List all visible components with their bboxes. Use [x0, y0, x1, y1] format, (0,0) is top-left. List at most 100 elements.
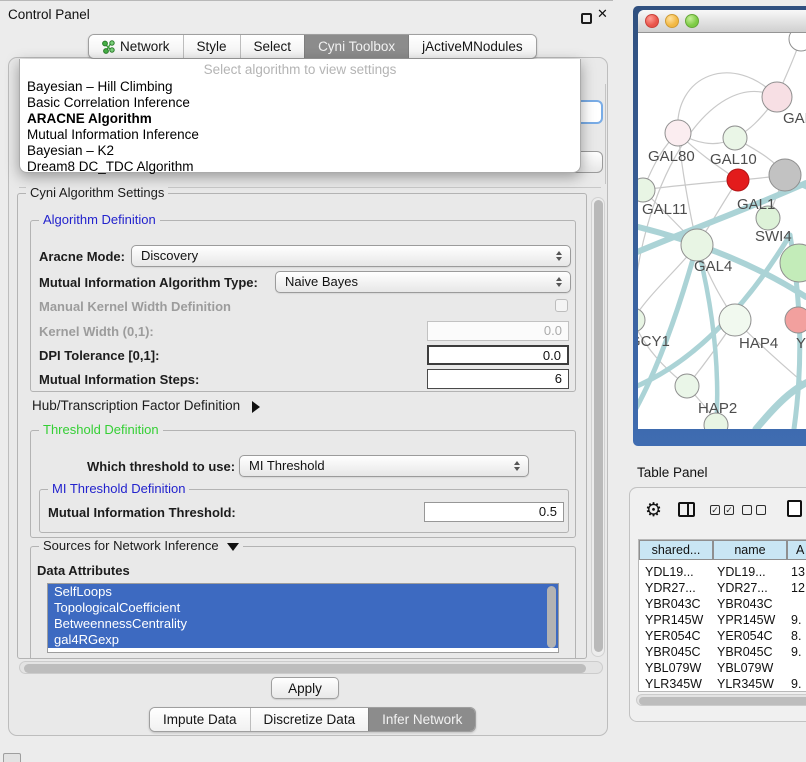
table-cell[interactable]: YDR27...: [645, 580, 696, 596]
dropdown-item-selected[interactable]: ARACNE Algorithm: [27, 111, 152, 127]
tab-select[interactable]: Select: [240, 35, 305, 58]
which-threshold-combobox[interactable]: MI Threshold: [239, 455, 529, 477]
node-gal1[interactable]: [727, 169, 749, 191]
mi-steps-field[interactable]: 6: [427, 369, 569, 389]
aracne-mode-combobox[interactable]: Discovery: [131, 245, 571, 267]
table-cell[interactable]: 9.: [791, 644, 801, 660]
table-hscrollbar-track[interactable]: [636, 694, 806, 706]
table-cell[interactable]: YDL19...: [645, 564, 694, 580]
tab-impute-data[interactable]: Impute Data: [150, 708, 250, 731]
table-cell[interactable]: YER054C: [717, 628, 773, 644]
list-item[interactable]: BetweennessCentrality: [48, 616, 558, 632]
node-label: SWI4: [755, 228, 792, 245]
hub-tf-definition-toggle[interactable]: Hub/Transcription Factor Definition: [32, 398, 260, 413]
node-gal11[interactable]: [638, 178, 655, 202]
dropdown-item[interactable]: Bayesian – K2: [27, 143, 114, 159]
list-item[interactable]: gal4RGexp: [48, 632, 558, 648]
table-hscrollbar-thumb[interactable]: [639, 697, 806, 705]
node-hap2[interactable]: [675, 374, 699, 398]
node-gcy1[interactable]: [638, 308, 645, 332]
tab-impute-data-label: Impute Data: [163, 712, 237, 727]
kernel-width-field[interactable]: 0.0: [427, 321, 569, 341]
zoom-traffic-light[interactable]: [685, 14, 699, 28]
node-gal[interactable]: [762, 82, 792, 112]
tab-infer-network[interactable]: Infer Network: [368, 708, 475, 731]
settings-vscrollbar-track[interactable]: [591, 197, 605, 657]
table-cell[interactable]: YBL079W: [645, 660, 701, 676]
dpi-tolerance-field[interactable]: 0.0: [427, 345, 569, 365]
panel-grip-button[interactable]: [3, 753, 21, 762]
settings-hscrollbar-track[interactable]: [19, 661, 603, 674]
screen: Control Panel ✕ Network Style Select Cyn…: [0, 0, 806, 762]
apply-button[interactable]: Apply: [271, 677, 339, 699]
minimize-traffic-light[interactable]: [665, 14, 679, 28]
table-cell[interactable]: YDR27...: [717, 580, 768, 596]
node-label: GAL1: [737, 196, 775, 213]
settings-vscrollbar-thumb[interactable]: [594, 200, 603, 652]
list-scrollbar[interactable]: [547, 586, 556, 648]
table-cell[interactable]: YBR043C: [717, 596, 773, 612]
tab-cyni-toolbox[interactable]: Cyni Toolbox: [304, 35, 408, 58]
manual-kernel-checkbox[interactable]: [555, 299, 568, 312]
mi-type-combobox[interactable]: Naive Bayes: [275, 271, 571, 293]
collapse-right-icon: [252, 401, 260, 413]
node-label: GAL11: [642, 201, 688, 218]
dropdown-item[interactable]: Mutual Information Inference: [27, 127, 199, 143]
node-gal10[interactable]: [723, 126, 747, 150]
table-cell[interactable]: 13: [791, 564, 805, 580]
table-panel-title: Table Panel: [637, 465, 708, 480]
column-header-name[interactable]: name: [714, 541, 786, 559]
sources-group: Sources for Network Inference Data Attri…: [30, 546, 576, 659]
dropdown-item[interactable]: Bayesian – Hill Climbing: [27, 79, 173, 95]
close-traffic-light[interactable]: [645, 14, 659, 28]
node-gal4[interactable]: [681, 229, 713, 261]
list-item[interactable]: SelfLoops: [48, 584, 558, 600]
checked-checkbox-icon[interactable]: ✓: [724, 505, 734, 515]
tab-network[interactable]: Network: [89, 35, 183, 58]
table-cell[interactable]: 12: [791, 580, 805, 596]
list-item[interactable]: TopologicalCoefficient: [48, 600, 558, 616]
column-header-shared[interactable]: shared...: [640, 541, 712, 559]
node[interactable]: [789, 33, 806, 51]
node-table[interactable]: shared... name A YDL19... YDL19... 13 YD…: [638, 539, 806, 692]
data-attributes-label: Data Attributes: [37, 563, 130, 578]
dropdown-item[interactable]: Dream8 DC_TDC Algorithm: [27, 159, 194, 175]
tab-discretize-data[interactable]: Discretize Data: [250, 708, 369, 731]
unchecked-checkbox-icon[interactable]: [742, 505, 752, 515]
node-gal80[interactable]: [665, 120, 691, 146]
table-cell[interactable]: YIL052C: [645, 689, 694, 692]
mi-threshold-field[interactable]: 0.5: [424, 502, 564, 522]
node-hap4[interactable]: [719, 304, 751, 336]
node-gray[interactable]: [769, 159, 801, 191]
table-cell[interactable]: YER054C: [645, 628, 701, 644]
table-cell[interactable]: YBL079W: [717, 660, 773, 676]
node[interactable]: [780, 244, 806, 282]
network-canvas[interactable]: GAL GAL80 GAL10 GAL1 GAL11 SWI4 GAL4 GCY…: [638, 33, 806, 429]
tab-style-label: Style: [197, 39, 227, 54]
table-cell[interactable]: 8.: [791, 628, 801, 644]
checked-checkbox-icon[interactable]: ✓: [710, 505, 720, 515]
dropdown-prompt: Select algorithm to view settings: [20, 62, 580, 77]
table-cell[interactable]: YBR043C: [645, 596, 701, 612]
tab-style[interactable]: Style: [183, 35, 240, 58]
dropdown-item[interactable]: Basic Correlation Inference: [27, 95, 190, 111]
table-cell[interactable]: 9: [791, 689, 798, 692]
tab-jactivemnodules[interactable]: jActiveMNodules: [408, 35, 536, 58]
table-cell[interactable]: YDL19...: [717, 564, 766, 580]
table-cell[interactable]: 9.: [791, 612, 801, 628]
float-window-icon[interactable]: [581, 13, 592, 24]
close-icon[interactable]: ✕: [597, 6, 608, 22]
settings-hscrollbar-thumb[interactable]: [24, 664, 586, 673]
data-attributes-list[interactable]: SelfLoops TopologicalCoefficient Between…: [47, 583, 559, 653]
table-cell[interactable]: YPR145W: [717, 612, 775, 628]
table-cell[interactable]: YIL052C: [717, 689, 766, 692]
unchecked-checkbox-icon[interactable]: [756, 505, 766, 515]
table-cell[interactable]: YBR045C: [717, 644, 773, 660]
table-cell[interactable]: YBR045C: [645, 644, 701, 660]
split-columns-icon[interactable]: [678, 502, 695, 517]
column-header-third[interactable]: A: [788, 541, 806, 559]
document-icon[interactable]: [787, 500, 802, 517]
table-cell[interactable]: YPR145W: [645, 612, 703, 628]
node-salmon[interactable]: [785, 307, 806, 333]
gear-icon[interactable]: ⚙: [645, 499, 662, 522]
